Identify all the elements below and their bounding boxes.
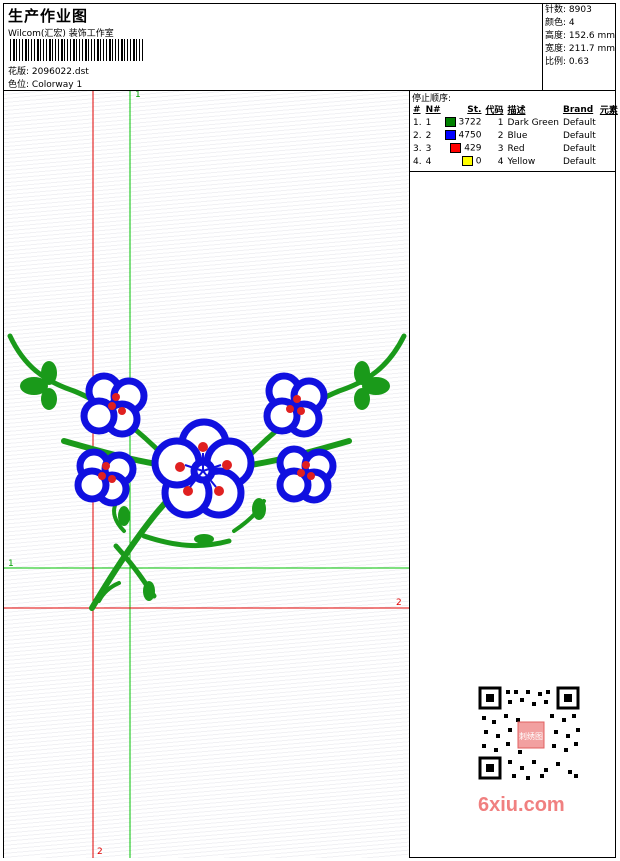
- flower-top-right: [263, 372, 328, 438]
- color-count: 颜色: 4: [545, 18, 575, 28]
- header: 生产作业图 Wilcom(汇宏) 装饰工作室 花版: 2096022.dst 色…: [4, 4, 615, 91]
- row-brand: Default: [562, 143, 596, 154]
- design-preview: 1 1 2 2: [4, 91, 410, 858]
- color-swatch: [450, 143, 462, 154]
- row-index: 4.: [413, 156, 422, 167]
- design-width: 宽度: 211.7 mm: [545, 44, 616, 54]
- table-row[interactable]: 4. 4 0 4 Yellow Default: [411, 155, 620, 168]
- green-vertical-guide-label: 1: [135, 91, 141, 100]
- stitch-count: 针数: 8903: [545, 5, 592, 15]
- stop-sequence-panel: 停止顺序: # N# St. 代码 描述 Brand 元素 1. 1 3722: [410, 91, 618, 172]
- color-swatch: [444, 130, 456, 141]
- design-height: 高度: 152.6 mm: [545, 31, 616, 41]
- colorway-label: 色位:: [8, 80, 30, 90]
- site-watermark[interactable]: 6xiu.com: [478, 794, 565, 817]
- row-code: 4: [497, 156, 504, 167]
- row-brand: Default: [562, 156, 596, 167]
- flower-right: [276, 445, 337, 504]
- col-description: 描述: [507, 106, 526, 116]
- table-row[interactable]: 1. 1 3722 1 Dark Green Default: [411, 116, 620, 129]
- row-stitches: 3722: [458, 117, 482, 128]
- color-swatch: [444, 117, 456, 128]
- row-index: 2.: [413, 130, 422, 141]
- row-needle: 4: [425, 156, 432, 167]
- row-description: Red: [507, 143, 525, 154]
- row-code: 1: [497, 117, 504, 128]
- row-needle: 1: [425, 117, 432, 128]
- colorway-line: 色位: Colorway 1: [8, 77, 82, 90]
- row-brand: Default: [562, 130, 596, 141]
- row-index: 1.: [413, 117, 422, 128]
- row-description: Blue: [507, 130, 528, 141]
- row-stitches: 0: [475, 156, 482, 167]
- col-index: #: [413, 104, 421, 115]
- color-swatch: [461, 156, 473, 167]
- colorway-value: Colorway 1: [31, 80, 83, 90]
- barcode: [10, 39, 145, 61]
- row-needle: 3: [425, 143, 432, 154]
- embroidery-design: [4, 91, 409, 858]
- page-title: 生产作业图: [8, 7, 89, 25]
- row-needle: 2: [425, 130, 432, 141]
- red-vertical-guide-label: 2: [97, 847, 103, 857]
- row-brand: Default: [562, 117, 596, 128]
- row-code: 2: [497, 130, 504, 141]
- green-horizontal-guide-label: 1: [8, 559, 14, 569]
- pattern-line: 花版: 2096022.dst: [8, 64, 89, 77]
- row-description: Yellow: [507, 156, 536, 167]
- production-sheet: 生产作业图 Wilcom(汇宏) 装饰工作室 花版: 2096022.dst 色…: [3, 3, 618, 858]
- qr-code-graphic: 刺绣图: [478, 686, 580, 780]
- col-stitches: St.: [467, 104, 482, 115]
- table-row[interactable]: 2. 2 4750 2 Blue Default: [411, 129, 620, 142]
- stamp-text: 刺绣图: [519, 731, 543, 741]
- stop-sequence-table: # N# St. 代码 描述 Brand 元素 1. 1 3722 1 Dark…: [411, 103, 620, 168]
- red-horizontal-guide-label: 2: [396, 598, 402, 608]
- row-stitches: 429: [464, 143, 482, 154]
- col-code: 代码: [485, 106, 504, 116]
- pattern-label: 花版:: [8, 67, 30, 77]
- row-index: 3.: [413, 143, 422, 154]
- row-stitches: 4750: [458, 130, 482, 141]
- stats-panel: 针数: 8903 颜色: 4 高度: 152.6 mm 宽度: 211.7 mm…: [542, 4, 616, 90]
- table-row[interactable]: 3. 3 429 3 Red Default: [411, 142, 620, 155]
- col-brand: Brand: [562, 104, 594, 115]
- pattern-value: 2096022.dst: [31, 67, 89, 77]
- row-code: 3: [497, 143, 504, 154]
- col-needle: N#: [425, 104, 441, 115]
- table-header-row: # N# St. 代码 描述 Brand 元素: [411, 103, 620, 117]
- scale-ratio: 比例: 0.63: [545, 57, 589, 67]
- row-description: Dark Green: [507, 117, 559, 128]
- col-element: 元素: [599, 106, 618, 116]
- company-name: Wilcom(汇宏) 装饰工作室: [8, 29, 114, 39]
- qr-code[interactable]: 刺绣图: [474, 684, 586, 784]
